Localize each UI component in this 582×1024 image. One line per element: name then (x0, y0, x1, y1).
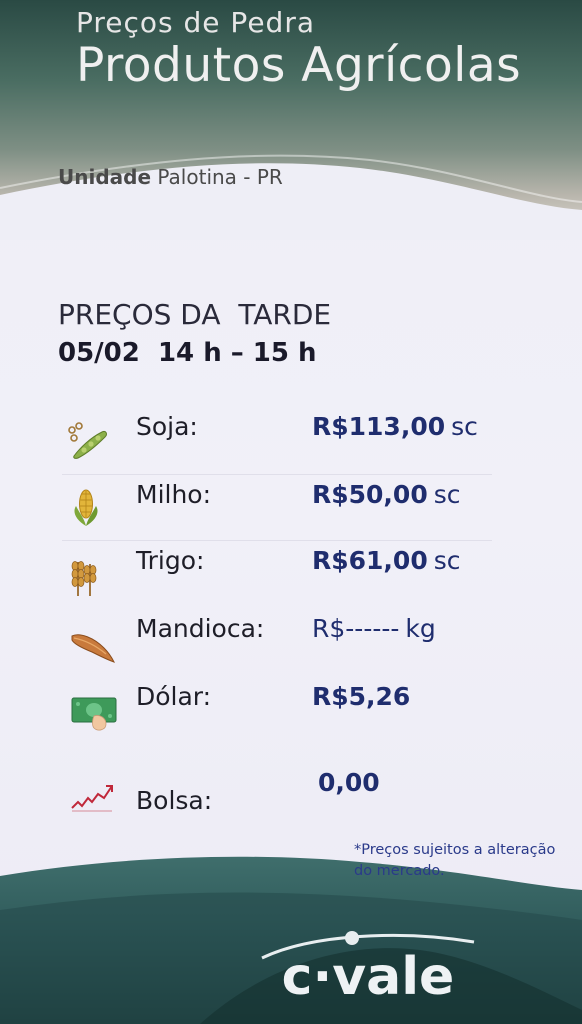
soy-icon (60, 412, 124, 472)
chart-up-icon (60, 778, 124, 838)
unit-name: Palotina - PR (157, 165, 283, 189)
corn-icon (60, 480, 124, 540)
label-bolsa: Bolsa: (136, 786, 213, 815)
price-row-mandioca: Mandioca: R$------ kg (60, 614, 500, 674)
label-soja: Soja: (136, 412, 198, 441)
price-trigo: R$61,00 sc (312, 546, 461, 575)
price-milho: R$50,00 sc (312, 480, 461, 509)
label-trigo: Trigo: (136, 546, 205, 575)
price-board-screen: Preços de Pedra Produtos Agrícolas Unida… (0, 0, 582, 1024)
price-dolar: R$5,26 (312, 682, 411, 711)
brand-logo: c·vale (252, 928, 484, 1008)
unit-prefix: Unidade (58, 165, 152, 189)
header-subtitle: Preços de Pedra (76, 6, 315, 39)
price-row-soja: Soja: R$113,00 sc (60, 412, 500, 472)
unit-location: Unidade Palotina - PR (58, 165, 283, 189)
price-row-dolar: Dólar: R$5,26 (60, 682, 500, 742)
price-row-trigo: Trigo: R$61,00 sc (60, 546, 500, 606)
row-divider (62, 474, 492, 475)
price-row-bolsa: Bolsa: 0,00 (60, 766, 500, 826)
period-date-time: 05/02 14 h – 15 h (58, 338, 317, 368)
price-bolsa: 0,00 (318, 768, 380, 797)
cassava-icon (60, 614, 124, 674)
header-wave (0, 154, 582, 240)
wheat-icon (60, 546, 124, 606)
label-dolar: Dólar: (136, 682, 212, 711)
brand-logo-text: c·vale (282, 947, 455, 1007)
price-row-milho: Milho: R$50,00 sc (60, 480, 500, 540)
price-disclaimer: *Preços sujeitos a alteração do mercado. (354, 842, 556, 879)
label-milho: Milho: (136, 480, 212, 509)
page-title: Produtos Agrícolas (76, 38, 522, 93)
price-soja: R$113,00 sc (312, 412, 478, 441)
row-divider (62, 540, 492, 541)
money-icon (60, 682, 124, 742)
period-title: PREÇOS DA TARDE (58, 298, 332, 331)
label-mandioca: Mandioca: (136, 614, 265, 643)
price-mandioca: R$------ kg (312, 614, 436, 643)
header-banner: Preços de Pedra Produtos Agrícolas (0, 0, 582, 240)
